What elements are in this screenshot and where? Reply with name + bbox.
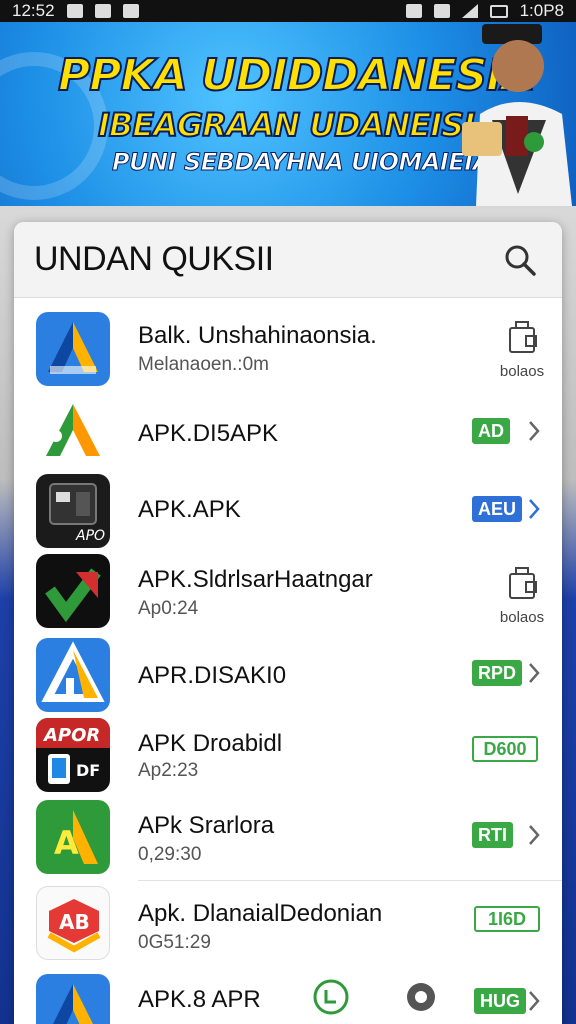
version-badge: HUG	[474, 988, 526, 1014]
promo-banner[interactable]: PPKA UDIDDANESIA IBEAGRAAN UDANEISI PUNI…	[0, 22, 576, 206]
shopping-bag-icon	[509, 321, 537, 353]
list-item[interactable]: Balk. Unshahinaonsia. Melanaoen.:0m bola…	[14, 310, 562, 388]
app-subtitle: 0G51:29	[138, 932, 211, 953]
app-icon: A	[36, 800, 110, 874]
list-item[interactable]: APK.SldrlsarHaatngar Ap0:24 bolaos	[14, 552, 562, 634]
app-icon-text: AB	[59, 910, 90, 934]
card-header: UNDAN QUKSII	[14, 222, 562, 298]
version-badge: RPD	[472, 660, 523, 686]
bag-button[interactable]: bolaos	[490, 316, 554, 380]
banner-subtitle: IBEAGRAAN UDANEISI	[97, 105, 476, 145]
app-name: Apk. DlanaialDedonian	[138, 900, 383, 927]
chevron-right-icon	[529, 991, 540, 1011]
version-badge: AD	[472, 418, 510, 444]
list-item[interactable]: APR.DISAKI0 RPD	[14, 636, 562, 714]
signal-icon	[461, 4, 478, 18]
app-name: APK.8 APR	[138, 986, 261, 1013]
status-text: 1:0P8	[519, 1, 564, 20]
version-badge: RTI	[472, 822, 513, 848]
app-name: Balk. Unshahinaonsia.	[138, 322, 377, 349]
chevron-right-icon	[529, 499, 540, 519]
shopping-bag-icon	[509, 567, 537, 599]
bag-label: bolaos	[499, 609, 545, 626]
app-name: APK.SldrlsarHaatngar	[138, 566, 373, 593]
list-item[interactable]: APOR DF APK Droabidl Ap2:23 D600	[14, 716, 562, 796]
whatsapp-icon[interactable]	[312, 978, 350, 1016]
clock: 12:52	[12, 1, 55, 20]
divider	[138, 880, 562, 881]
card-title: UNDAN QUKSII	[34, 240, 274, 278]
app-icon-text: A	[54, 824, 79, 862]
app-name: APR.DISAKI0	[138, 662, 287, 689]
app-icon	[36, 974, 110, 1024]
mute-icon	[405, 4, 422, 18]
search-icon	[505, 245, 536, 276]
app-subtitle: 0,29:30	[138, 844, 202, 865]
list-item[interactable]: AB Apk. DlanaialDedonian 0G51:29 1I6D	[14, 884, 562, 966]
app-icon: APO	[36, 474, 110, 548]
app-icon-text: DF	[76, 761, 100, 780]
version-badge: AEU	[472, 496, 523, 522]
list-item[interactable]: A APk Srarlora 0,29:30 RTI	[14, 798, 562, 878]
chevron-right-icon	[529, 825, 540, 845]
search-button[interactable]	[498, 238, 542, 282]
app-subtitle: Ap2:23	[138, 760, 199, 781]
notification-icon	[66, 4, 83, 18]
list-item[interactable]: APK.8 APR HUG	[14, 970, 562, 1024]
app-icon	[36, 394, 110, 468]
wifi-icon	[433, 4, 450, 18]
version-badge: 1I6D	[474, 906, 540, 932]
gallery-notification-icon	[122, 4, 139, 18]
bag-label: bolaos	[499, 363, 545, 380]
list-item[interactable]: APK.DI5APK AD	[14, 392, 562, 470]
app-list-card: UNDAN QUKSII Balk. Unshahinaonsia. Melan…	[14, 222, 562, 1024]
app-subtitle: Melanaoen.:0m	[138, 354, 269, 375]
version-badge: D600	[472, 736, 538, 762]
app-name: APK.APK	[138, 496, 241, 523]
status-bar: 12:52 1:0P8	[0, 0, 576, 22]
app-icon	[36, 312, 110, 386]
bag-button[interactable]: bolaos	[490, 562, 554, 626]
app-icon: AB	[36, 886, 110, 960]
app-icon	[36, 638, 110, 712]
chevron-right-icon	[529, 421, 540, 441]
app-name: APK Droabidl	[138, 730, 283, 757]
app-subtitle: Ap0:24	[138, 598, 199, 619]
list-item[interactable]: APO APK.APK AEU	[14, 472, 562, 550]
app-name: APk Srarlora	[138, 812, 275, 839]
banner-person-illustration	[462, 24, 572, 206]
app-icon: APOR DF	[36, 718, 110, 792]
chevron-right-icon	[529, 663, 540, 683]
app-icon-text: APO	[75, 528, 105, 544]
app-icon	[36, 554, 110, 628]
settings-icon[interactable]	[402, 978, 440, 1016]
home-notification-icon	[94, 4, 111, 18]
app-icon-text: APOR	[42, 725, 100, 746]
app-name: APK.DI5APK	[138, 420, 279, 447]
battery-icon	[489, 4, 508, 18]
